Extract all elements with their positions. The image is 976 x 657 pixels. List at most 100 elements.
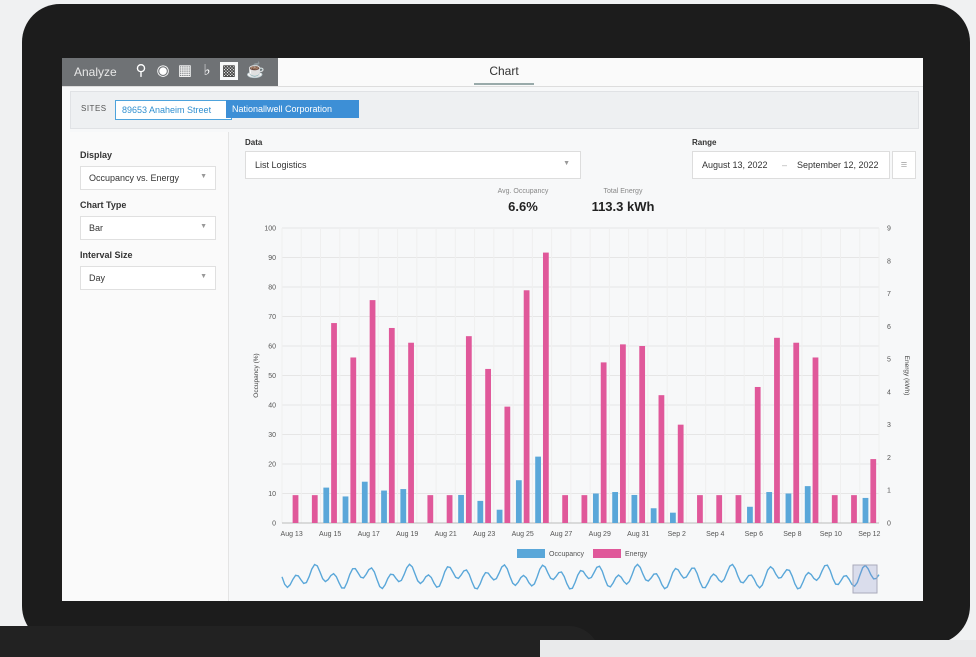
- display-select[interactable]: Occupancy vs. Energy ▼: [80, 166, 216, 190]
- energy-bar: [427, 495, 434, 523]
- chevron-down-icon: ▼: [200, 273, 207, 280]
- legend-energy-label: Energy: [625, 551, 648, 558]
- x-tick-label: Aug 19: [396, 531, 418, 538]
- energy-bar: [697, 495, 703, 523]
- occupancy-bar: [458, 494, 464, 523]
- y2-tick-label: 6: [887, 324, 891, 331]
- site-chip-anaheim[interactable]: 89653 Anaheim Street: [115, 100, 232, 120]
- display-label: Display: [80, 150, 113, 160]
- y2-tick-label: 5: [887, 357, 891, 364]
- data-select[interactable]: List Logistics ▼: [245, 151, 581, 179]
- x-tick-label: Aug 29: [589, 531, 611, 538]
- energy-bar: [812, 357, 819, 523]
- chart-type-select[interactable]: Bar ▼: [80, 216, 216, 240]
- x-tick-label: Sep 2: [668, 531, 686, 538]
- occupancy-bar: [631, 494, 638, 523]
- x-tick-label: Aug 25: [512, 531, 534, 538]
- range-start[interactable]: August 13, 2022: [702, 160, 768, 170]
- y-tick-label: 10: [268, 491, 276, 498]
- bar-chart-icon[interactable]: ▩: [220, 62, 238, 80]
- legend-occupancy-label: Occupancy: [549, 551, 585, 558]
- x-tick-label: Aug 17: [358, 531, 380, 538]
- energy-bar: [735, 495, 742, 523]
- sites-label: SITES: [81, 104, 107, 113]
- avg-occupancy-value: 6.6%: [508, 199, 538, 214]
- y2-tick-label: 4: [887, 389, 891, 396]
- energy-bar: [793, 342, 800, 523]
- energy-bar: [870, 459, 877, 523]
- y-axis-label: Occupancy (%): [253, 353, 260, 397]
- map-marker-icon[interactable]: ◉: [154, 62, 172, 80]
- energy-bar: [446, 495, 453, 523]
- occupancy-bar: [323, 487, 330, 523]
- x-tick-label: Sep 10: [820, 531, 842, 538]
- x-tick-label: Aug 23: [473, 531, 495, 538]
- avg-occupancy-label: Avg. Occupancy: [497, 188, 549, 195]
- occupancy-bar: [785, 493, 792, 523]
- x-tick-label: Sep 6: [745, 531, 763, 538]
- grid-icon[interactable]: ▦: [176, 62, 194, 80]
- navigator-handle: [852, 564, 878, 594]
- energy-bar: [523, 290, 530, 523]
- occupancy-bar: [496, 509, 503, 523]
- occupancy-energy-chart: 0 10 20 30 40 50 60 70 80 90 100 0 1 2 3 4 5 6 7 8 9 Aug 13 Au…: [253, 226, 910, 594]
- y2-tick-label: 1: [887, 488, 891, 495]
- x-tick-label: Sep 4: [706, 531, 724, 538]
- chevron-down-icon: ▼: [200, 173, 207, 180]
- x-tick-label: Aug 21: [435, 531, 457, 538]
- energy-bar: [408, 342, 414, 523]
- x-tick-label: Sep 8: [783, 531, 801, 538]
- energy-bar: [562, 495, 569, 523]
- y-tick-label: 70: [268, 314, 276, 321]
- range-end[interactable]: September 12, 2022: [797, 160, 879, 170]
- interval-size-label: Interval Size: [80, 250, 133, 260]
- occupancy-bar: [361, 481, 368, 523]
- app-screen: Analyze ⚲ ◉ ▦ ♭ ▩ ☕ Chart SITES 89653 An…: [62, 58, 923, 601]
- site-chip-nationallwell[interactable]: Nationallwell Corporation: [226, 100, 359, 118]
- occupancy-bar: [670, 512, 676, 523]
- occupancy-bar: [804, 486, 811, 523]
- bell-icon[interactable]: ♭: [198, 62, 216, 80]
- x-tick-label: Aug 15: [319, 531, 341, 538]
- x-tick-label: Aug 27: [550, 531, 572, 538]
- y2-tick-label: 2: [887, 455, 891, 462]
- occupancy-bar: [612, 492, 619, 523]
- chevron-down-icon: ▼: [200, 223, 207, 230]
- y-tick-label: 30: [268, 432, 276, 439]
- energy-bar: [716, 495, 723, 523]
- y2-axis-label: Energy (kWh): [903, 356, 910, 396]
- chart-type-label: Chart Type: [80, 200, 127, 210]
- filter-icon[interactable]: ≡: [892, 151, 916, 179]
- sidebar: Display Occupancy vs. Energy ▼ Chart Typ…: [70, 132, 229, 601]
- range-separator: –: [782, 160, 788, 170]
- y-tick-label: 0: [272, 521, 276, 528]
- occupancy-bar: [747, 506, 753, 523]
- energy-bar: [485, 368, 491, 523]
- y-tick-label: 20: [268, 462, 276, 469]
- energy-bar: [754, 386, 761, 523]
- display-value: Occupancy vs. Energy: [89, 173, 180, 183]
- energy-bar: [542, 252, 549, 524]
- interval-size-select[interactable]: Day ▼: [80, 266, 216, 290]
- occupancy-bar: [535, 456, 541, 523]
- energy-bar: [658, 395, 665, 523]
- total-energy-label: Total Energy: [603, 188, 643, 195]
- occupancy-bar: [650, 508, 657, 523]
- energy-bar: [369, 300, 376, 523]
- occupancy-bar: [381, 490, 387, 523]
- energy-bar: [639, 346, 646, 523]
- legend-occupancy-swatch: [517, 549, 545, 558]
- y2-tick-label: 9: [887, 226, 891, 233]
- location-pin-icon[interactable]: ⚲: [132, 62, 150, 80]
- data-value: List Logistics: [255, 160, 307, 170]
- data-label: Data: [245, 138, 263, 147]
- date-range-picker[interactable]: August 13, 2022 – September 12, 2022: [692, 151, 890, 179]
- laptop-base: [0, 626, 600, 657]
- pot-icon[interactable]: ☕: [246, 62, 265, 80]
- tab-chart-underline: [474, 83, 534, 85]
- energy-bar: [388, 327, 395, 523]
- top-bar: Analyze ⚲ ◉ ▦ ♭ ▩ ☕ Chart: [62, 58, 923, 87]
- tab-chart[interactable]: Chart: [474, 64, 534, 78]
- y-tick-label: 100: [264, 226, 276, 233]
- occupancy-bar: [515, 480, 522, 523]
